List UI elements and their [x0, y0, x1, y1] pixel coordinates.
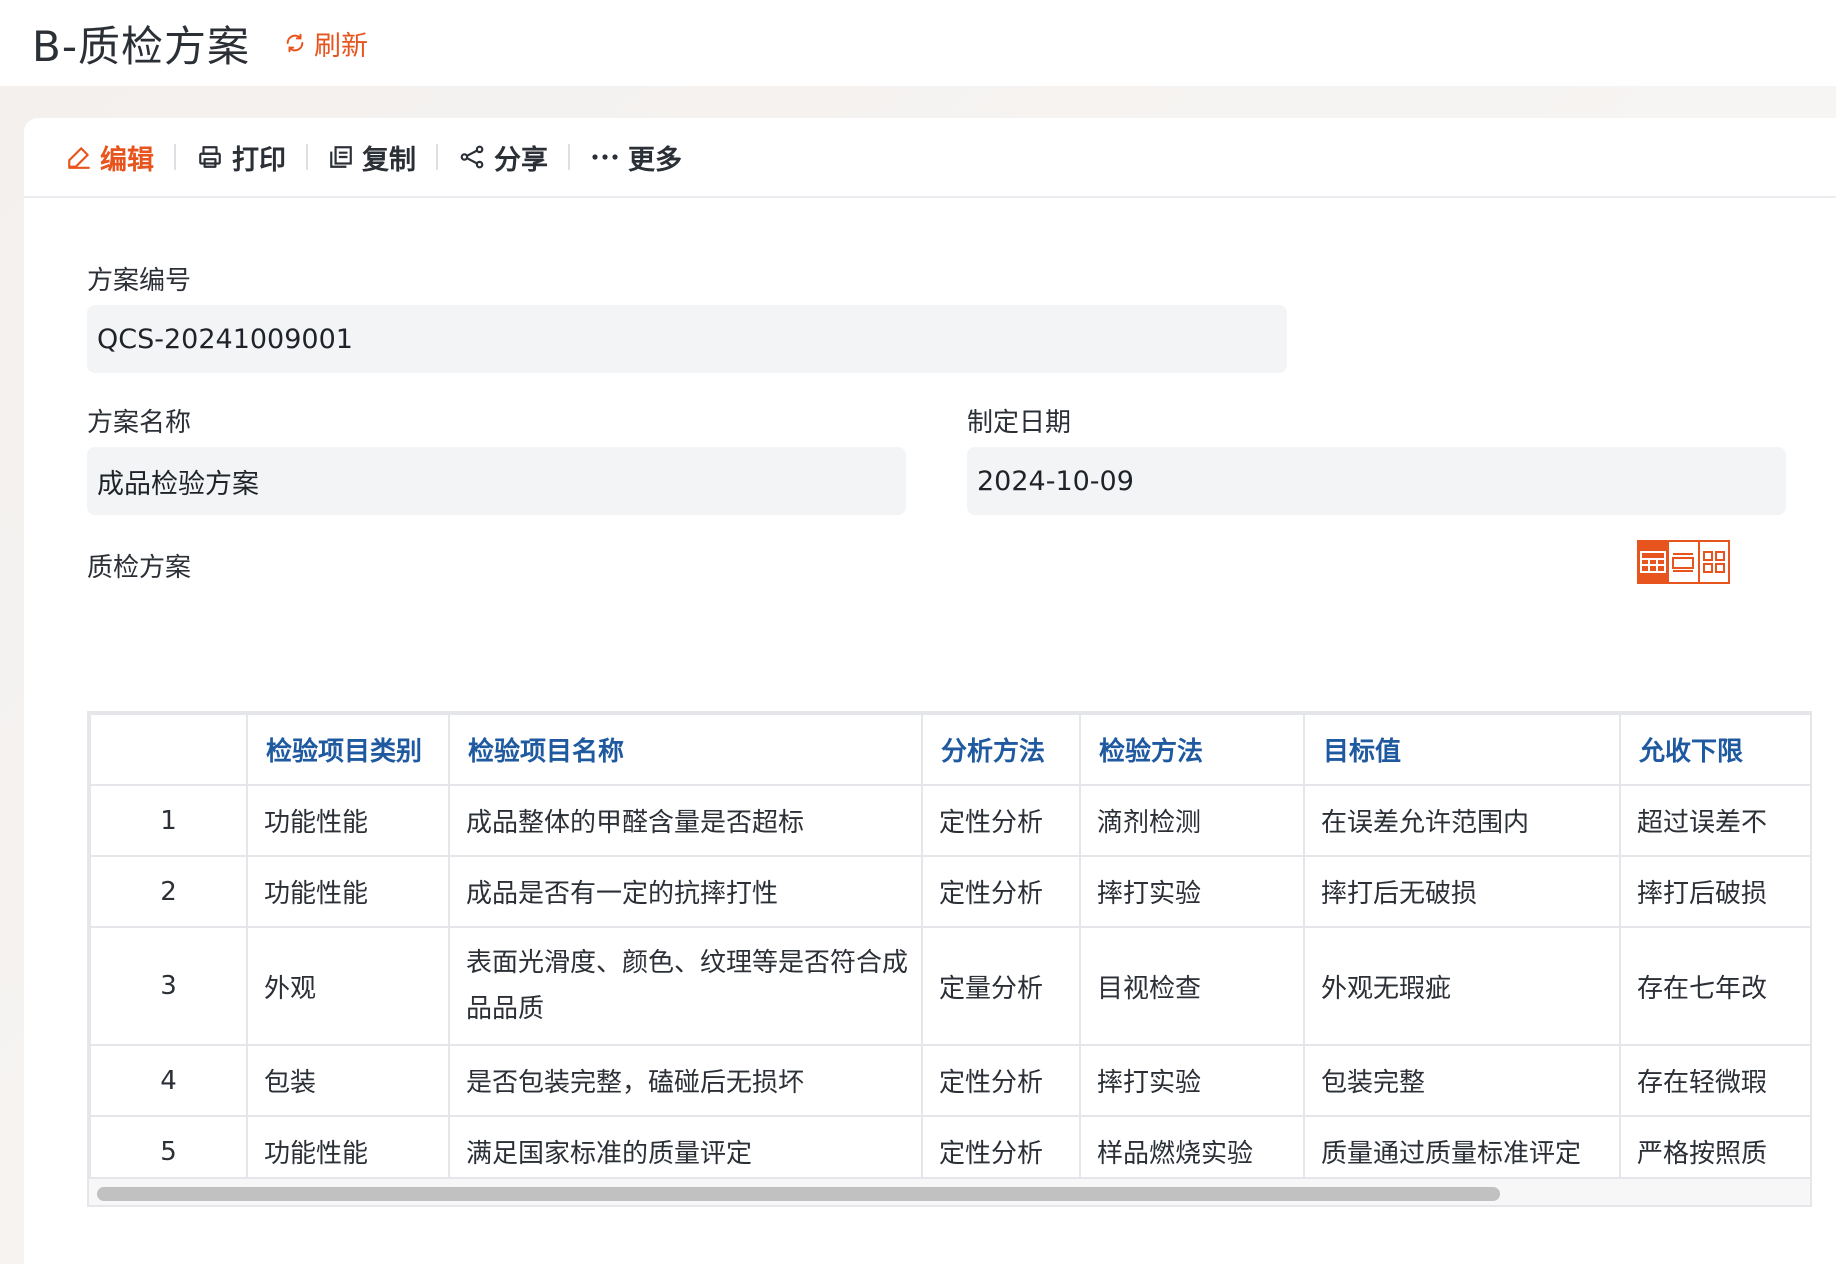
share-label: 分享 [494, 144, 548, 176]
table-cell: 定量分析 [921, 926, 1081, 1046]
table-cell: 定性分析 [921, 1044, 1081, 1117]
copy-icon [330, 146, 352, 168]
share-button[interactable]: 分享 [458, 138, 548, 177]
table-row[interactable]: 2 功能性能 成品是否有一定的抗摔打性 定性分析 摔打实验 摔打后无破损 摔打后… [89, 855, 1810, 928]
table-cell: 超过误差不 [1619, 784, 1810, 857]
scrollbar-thumb[interactable] [97, 1187, 1500, 1201]
table-cell: 摔打后无破损 [1303, 855, 1621, 928]
more-label: 更多 [628, 144, 682, 176]
refresh-button[interactable]: 刷新 [284, 24, 368, 63]
more-dots-icon [592, 154, 618, 160]
toolbar-divider [436, 144, 438, 170]
detail-card: 编辑 打印 复制 分享 更多 方案编号 QCS-20241009001 方案名称… [24, 118, 1836, 1264]
table-cell: 外观 [246, 926, 450, 1046]
copy-label: 复制 [362, 144, 416, 176]
edit-button[interactable]: 编辑 [66, 138, 154, 177]
table-cell: 定性分析 [921, 784, 1081, 857]
plan-name-label: 方案名称 [87, 408, 192, 438]
print-button[interactable]: 打印 [196, 138, 286, 177]
refresh-label: 刷新 [313, 30, 368, 62]
table-cell: 定性分析 [921, 855, 1081, 928]
table-header-row: 检验项目类别 检验项目名称 分析方法 检验方法 目标值 允收下限 [89, 713, 1810, 786]
table-cell: 表面光滑度、颜色、纹理等是否符合成品品质 [448, 926, 923, 1046]
page-title: B-质检方案 [32, 21, 250, 71]
table-cell: 目视检查 [1079, 926, 1305, 1046]
grid-view-button[interactable] [1697, 542, 1728, 582]
printer-icon [199, 146, 221, 168]
toolbar-divider [568, 144, 570, 170]
table-cell: 功能性能 [246, 784, 450, 857]
copy-button[interactable]: 复制 [328, 138, 416, 177]
column-header[interactable]: 目标值 [1303, 713, 1621, 786]
row-number: 1 [89, 784, 248, 857]
table-cell: 在误差允许范围内 [1303, 784, 1621, 857]
section-label: 质检方案 [87, 553, 192, 583]
row-number: 4 [89, 1044, 248, 1117]
table-view-icon [1640, 551, 1667, 573]
horizontal-scrollbar[interactable] [89, 1177, 1810, 1205]
table-cell: 滴剂检测 [1079, 784, 1305, 857]
view-switcher [1637, 540, 1730, 584]
table-cell: 成品是否有一定的抗摔打性 [448, 855, 923, 928]
plan-number-label: 方案编号 [87, 266, 192, 296]
table-row[interactable]: 3 外观 表面光滑度、颜色、纹理等是否符合成品品质 定量分析 目视检查 外观无瑕… [89, 926, 1810, 1046]
toolbar-divider [306, 144, 308, 170]
plan-name-field[interactable]: 成品检验方案 [87, 447, 906, 515]
print-label: 打印 [232, 144, 286, 176]
share-icon [460, 145, 484, 169]
table-view-button[interactable] [1639, 542, 1668, 582]
grid-view-icon [1702, 551, 1725, 573]
row-number: 2 [89, 855, 248, 928]
refresh-icon [286, 33, 304, 53]
table-row[interactable]: 1 功能性能 成品整体的甲醛含量是否超标 定性分析 滴剂检测 在误差允许范围内 … [89, 784, 1810, 857]
table-cell: 成品整体的甲醛含量是否超标 [448, 784, 923, 857]
column-header[interactable]: 检验项目名称 [448, 713, 923, 786]
column-header [89, 713, 248, 786]
action-toolbar: 编辑 打印 复制 分享 更多 [24, 118, 1836, 198]
table-cell: 外观无瑕疵 [1303, 926, 1621, 1046]
table-cell: 存在轻微瑕 [1619, 1044, 1810, 1117]
plan-number-field[interactable]: QCS-20241009001 [87, 305, 1287, 373]
date-label: 制定日期 [967, 408, 1072, 438]
edit-icon [68, 147, 90, 169]
table-cell: 摔打实验 [1079, 1044, 1305, 1117]
edit-label: 编辑 [100, 144, 154, 176]
inspection-table: 检验项目类别 检验项目名称 分析方法 检验方法 目标值 允收下限 1 功能性能 … [87, 711, 1812, 1207]
column-header[interactable]: 检验项目类别 [246, 713, 450, 786]
table-cell: 摔打实验 [1079, 855, 1305, 928]
column-header[interactable]: 分析方法 [921, 713, 1081, 786]
row-number: 3 [89, 926, 248, 1046]
column-header[interactable]: 允收下限 [1619, 713, 1810, 786]
card-view-icon [1672, 553, 1695, 572]
toolbar-divider [174, 144, 176, 170]
table-cell: 包装 [246, 1044, 450, 1117]
card-view-button[interactable] [1667, 542, 1697, 582]
date-field[interactable]: 2024-10-09 [967, 447, 1786, 515]
table-cell: 存在七年改 [1619, 926, 1810, 1046]
table-cell: 是否包装完整，磕碰后无损坏 [448, 1044, 923, 1117]
table-row[interactable]: 4 包装 是否包装完整，磕碰后无损坏 定性分析 摔打实验 包装完整 存在轻微瑕 [89, 1044, 1810, 1117]
table-cell: 摔打后破损 [1619, 855, 1810, 928]
more-button[interactable]: 更多 [590, 138, 682, 177]
table-cell: 包装完整 [1303, 1044, 1621, 1117]
top-bar: B-质检方案 刷新 [0, 0, 1836, 86]
table-cell: 功能性能 [246, 855, 450, 928]
column-header[interactable]: 检验方法 [1079, 713, 1305, 786]
